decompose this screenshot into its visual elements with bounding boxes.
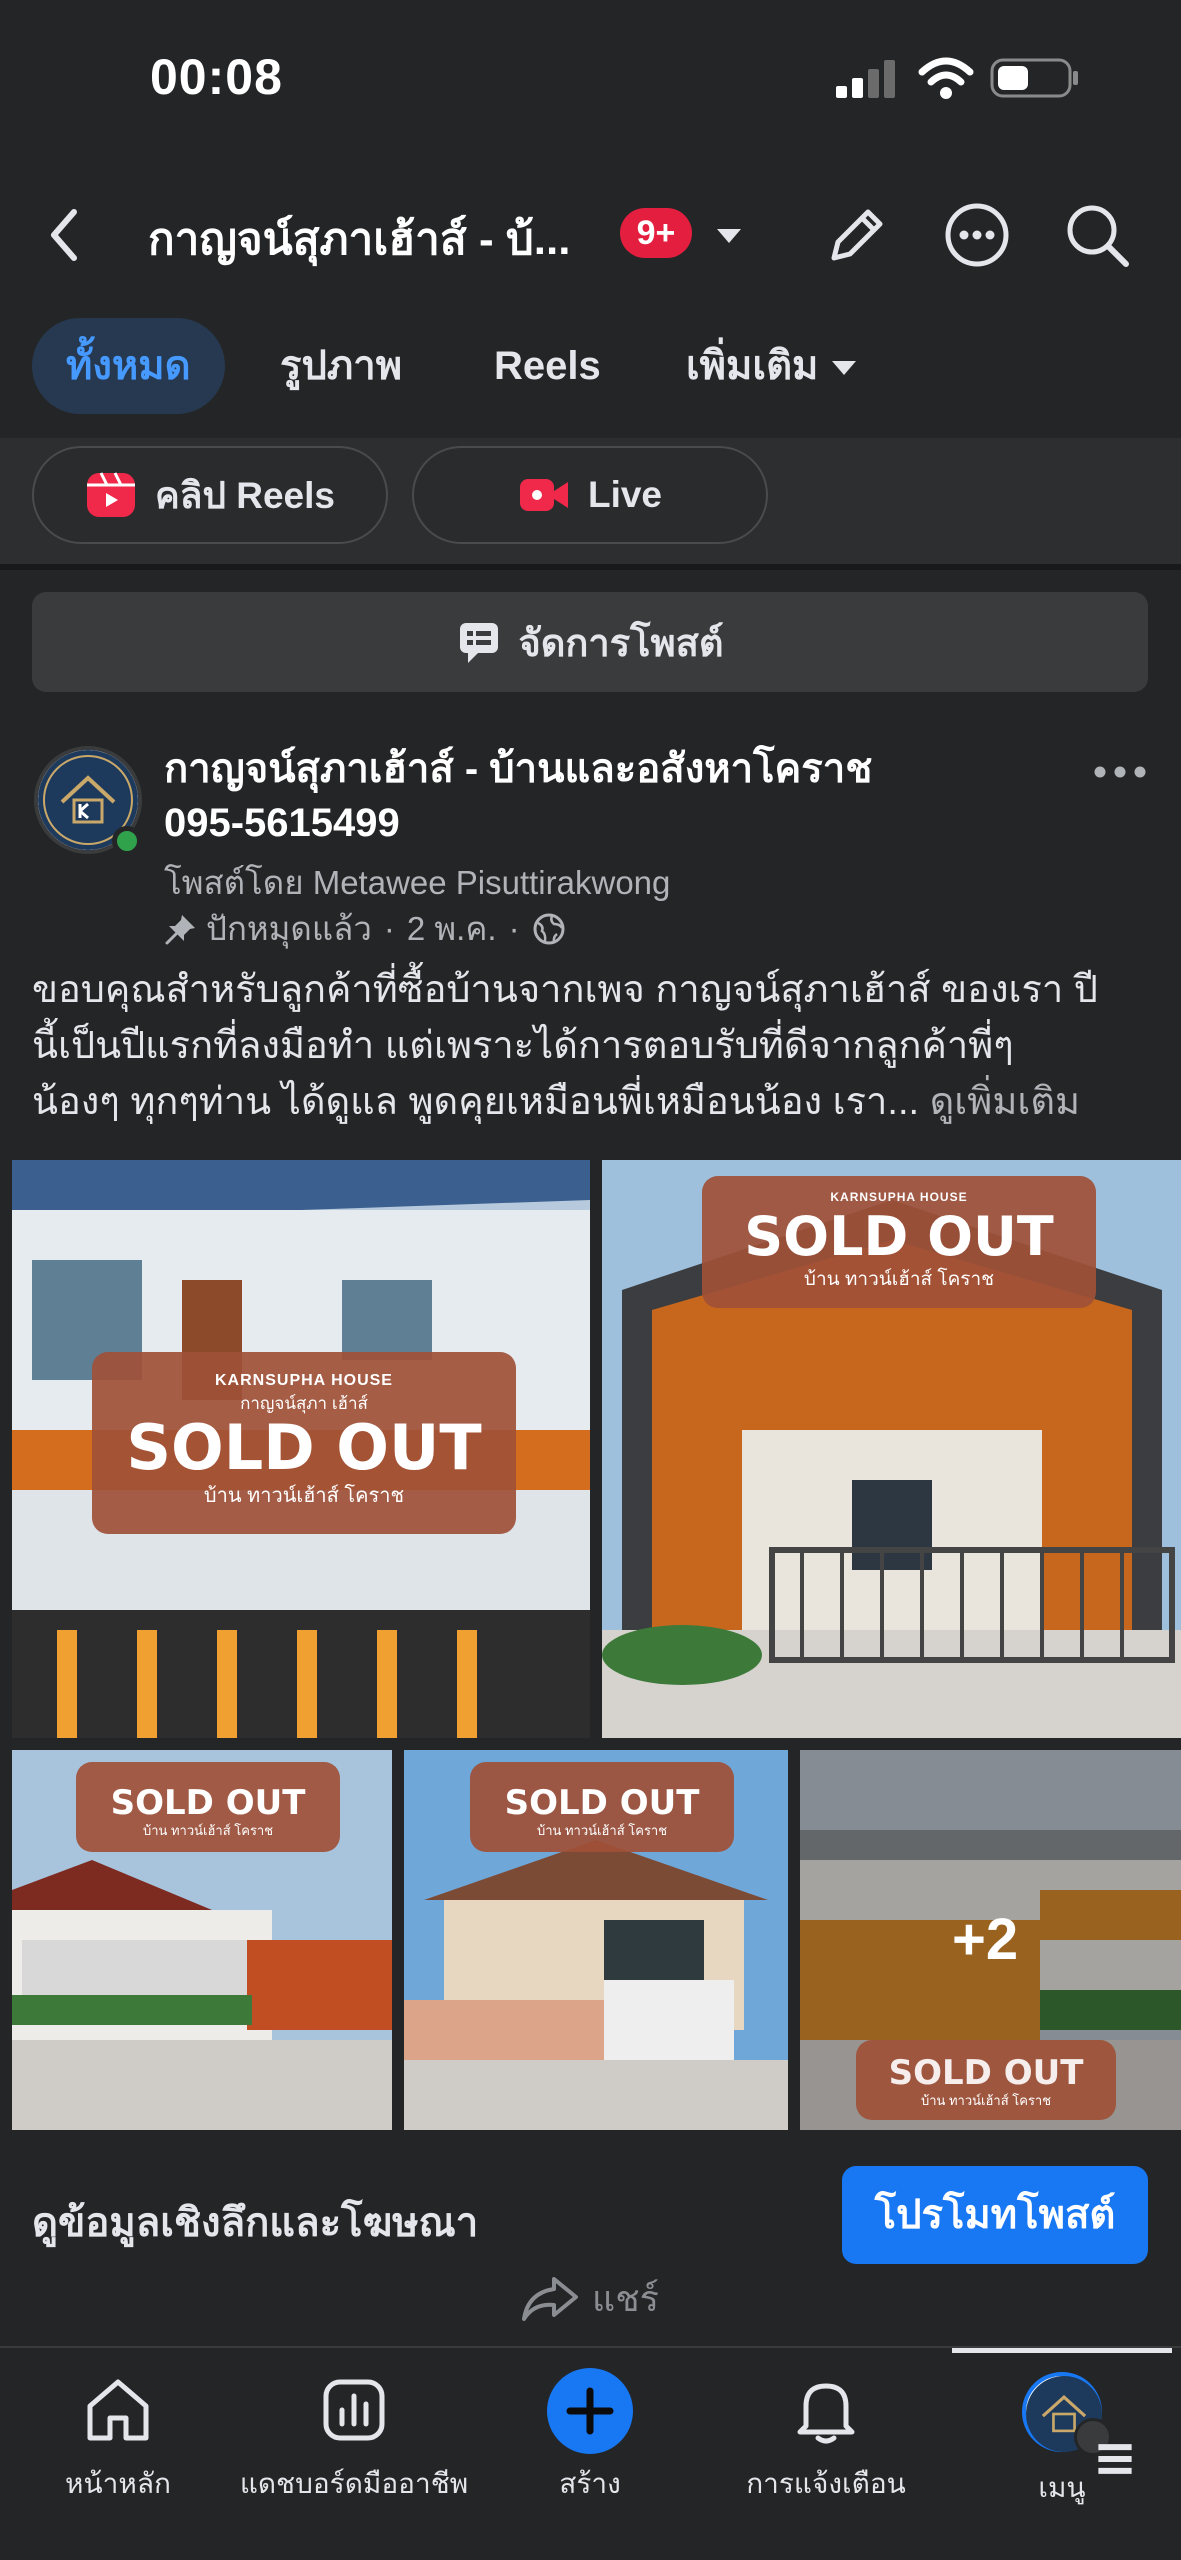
page-header: กาญจน์สุภาเฮ้าส์ - บ้... 9+ <box>0 160 1181 310</box>
insights-link[interactable]: ดูข้อมูลเชิงลึกและโฆษณา <box>32 2190 478 2254</box>
menu-avatar <box>1022 2372 1132 2474</box>
pencil-icon[interactable] <box>822 200 892 270</box>
post-photo-3[interactable]: SOLD OUT บ้าน ทาวน์เฮ้าส์ โคราช <box>12 1750 392 2130</box>
nav-create[interactable]: สร้าง <box>472 2368 708 2506</box>
post-page-name[interactable]: กาญจน์สุภาเฮ้าส์ - บ้านและอสังหาโคราช 09… <box>164 742 1044 850</box>
tab-photos[interactable]: รูปภาพ <box>246 318 436 414</box>
sold-out-card: SOLD OUT บ้าน ทาวน์เฮ้าส์ โคราช <box>856 2040 1116 2120</box>
sold-subtitle: บ้าน ทาวน์เฮ้าส์ โคราช <box>536 1823 668 1838</box>
nav-home[interactable]: หน้าหลัก <box>0 2372 236 2506</box>
post-text-line: น้องๆ ทุกๆท่าน ได้ดูแล พูดคุยเหมือนพี่เห… <box>32 1074 1152 1130</box>
sold-out-title: SOLD OUT <box>126 1411 482 1484</box>
more-photos-count: +2 <box>952 1907 1019 1972</box>
share-arrow-icon <box>522 2276 578 2321</box>
wifi-icon <box>918 57 974 99</box>
live-chip[interactable]: Live <box>412 446 768 544</box>
menu-lines-icon <box>1074 2418 1132 2474</box>
sold-out-title: SOLD OUT <box>110 1783 306 1823</box>
tab-more-label: เพิ่มเติม <box>686 344 819 388</box>
search-icon[interactable] <box>1062 200 1132 270</box>
section-divider <box>0 564 1181 570</box>
sold-brand: KARNSUPHA HOUSE <box>215 1372 393 1389</box>
dashboard-icon <box>323 2379 385 2441</box>
sold-subtitle: บ้าน ทาวน์เฮ้าส์ โคราช <box>920 2093 1052 2108</box>
promote-post-button[interactable]: โปรโมทโพสต์ <box>842 2166 1148 2264</box>
post-date[interactable]: 2 พ.ค. <box>407 902 497 955</box>
plus-icon <box>566 2387 614 2435</box>
online-status-dot <box>112 826 142 856</box>
page-title[interactable]: กาญจน์สุภาเฮ้าส์ - บ้... <box>148 204 588 274</box>
post-more-icon[interactable] <box>1092 752 1148 792</box>
bell-icon <box>797 2383 855 2444</box>
post-text-line-3: น้องๆ ทุกๆท่าน ได้ดูแล พูดคุยเหมือนพี่เห… <box>32 1081 920 1123</box>
bottom-navigation: หน้าหลัก แดชบอร์ดมืออาชีพ สร้าง การแจ้งเ… <box>0 2346 1181 2560</box>
battery-icon <box>990 58 1078 98</box>
tab-more[interactable]: เพิ่มเติม <box>652 318 890 414</box>
post-photo-5[interactable]: SOLD OUT บ้าน ทาวน์เฮ้าส์ โคราช +2 <box>800 1750 1181 2130</box>
pin-icon <box>165 914 195 944</box>
nav-menu[interactable]: เมนู <box>944 2372 1180 2510</box>
nav-notifications[interactable]: การแจ้งเตือน <box>708 2372 944 2506</box>
nav-create-label: สร้าง <box>559 2468 621 2499</box>
status-bar: 00:08 <box>0 0 1181 160</box>
page-tabs: ทั้งหมด รูปภาพ Reels เพิ่มเติม <box>0 310 1181 438</box>
post-photo-1[interactable]: KARNSUPHA HOUSE กาญจน์สุภา เฮ้าส์ SOLD O… <box>12 1160 590 1738</box>
reels-icon <box>87 472 136 517</box>
notification-badge[interactable]: 9+ <box>620 208 692 258</box>
reels-chip-label: คลิป Reels <box>155 474 335 516</box>
reels-chip[interactable]: คลิป Reels <box>32 446 388 544</box>
pinned-label: ปักหมุดแล้ว <box>206 910 372 947</box>
nav-dashboard[interactable]: แดชบอร์ดมืออาชีพ <box>236 2372 472 2506</box>
share-button[interactable]: แชร์ <box>520 2270 659 2327</box>
sold-out-card: SOLD OUT บ้าน ทาวน์เฮ้าส์ โคราช <box>470 1762 734 1852</box>
sold-out-title: SOLD OUT <box>504 1783 700 1823</box>
post-meta: ปักหมุดแล้ว · 2 พ.ค. · <box>164 902 574 955</box>
post-photo-2[interactable]: KARNSUPHA HOUSE SOLD OUT บ้าน ทาวน์เฮ้าส… <box>602 1160 1181 1738</box>
signal-icon <box>836 60 895 98</box>
manage-posts-label: จัดการโพสต์ <box>518 622 724 665</box>
see-more-link[interactable]: ดูเพิ่มเติม <box>930 1081 1080 1123</box>
sold-out-card: KARNSUPHA HOUSE กาญจน์สุภา เฮ้าส์ SOLD O… <box>92 1352 516 1534</box>
more-options-icon[interactable] <box>942 200 1012 270</box>
sold-subtitle: บ้าน ทาวน์เฮ้าส์ โคราช <box>142 1823 274 1838</box>
active-tab-indicator <box>952 2348 1172 2353</box>
caret-down-icon <box>832 361 857 376</box>
manage-posts-button[interactable]: จัดการโพสต์ <box>32 592 1148 692</box>
nav-dashboard-label: แดชบอร์ดมืออาชีพ <box>239 2468 469 2499</box>
filter-chips: คลิป Reels Live <box>0 438 1181 568</box>
nav-notifications-label: การแจ้งเตือน <box>746 2468 906 2499</box>
globe-icon <box>533 913 565 944</box>
caret-down-icon[interactable] <box>714 220 744 250</box>
meta-separator: · <box>508 909 520 947</box>
sold-out-card: KARNSUPHA HOUSE SOLD OUT บ้าน ทาวน์เฮ้าส… <box>702 1176 1096 1308</box>
post-text-line: ขอบคุณสำหรับลูกค้าที่ซื้อบ้านจากเพจ กาญจ… <box>32 969 1098 1011</box>
chat-bubble-icon <box>460 623 499 663</box>
post-photo-4[interactable]: SOLD OUT บ้าน ทาวน์เฮ้าส์ โคราช <box>404 1750 788 2130</box>
create-button <box>547 2368 633 2454</box>
tab-reels[interactable]: Reels <box>460 318 635 414</box>
post-text-line: นี้เป็นปีแรกที่ลงมือทำ แต่เพราะได้การตอบ… <box>32 1025 1014 1067</box>
home-icon <box>87 2379 149 2441</box>
sold-out-title: SOLD OUT <box>888 2053 1084 2093</box>
live-camera-icon <box>519 479 568 511</box>
share-label: แชร์ <box>592 2278 659 2319</box>
sold-subtitle: บ้าน ทาวน์เฮ้าส์ โคราช <box>803 1269 995 1290</box>
page-phone: 095-5615499 <box>164 801 400 845</box>
sold-out-card: SOLD OUT บ้าน ทาวน์เฮ้าส์ โคราช <box>76 1762 340 1852</box>
live-chip-label: Live <box>587 474 663 515</box>
nav-home-label: หน้าหลัก <box>65 2468 171 2499</box>
status-time: 00:08 <box>150 49 283 105</box>
sold-out-title: SOLD OUT <box>744 1205 1054 1268</box>
post-text: ขอบคุณสำหรับลูกค้าที่ซื้อบ้านจากเพจ กาญจ… <box>32 962 1152 1130</box>
sold-brand: KARNSUPHA HOUSE <box>830 1190 968 1204</box>
meta-separator: · <box>383 909 395 947</box>
tab-all[interactable]: ทั้งหมด <box>32 318 225 414</box>
back-icon[interactable] <box>40 200 90 270</box>
page-name-line: กาญจน์สุภาเฮ้าส์ - บ้านและอสังหาโคราช <box>164 747 873 791</box>
